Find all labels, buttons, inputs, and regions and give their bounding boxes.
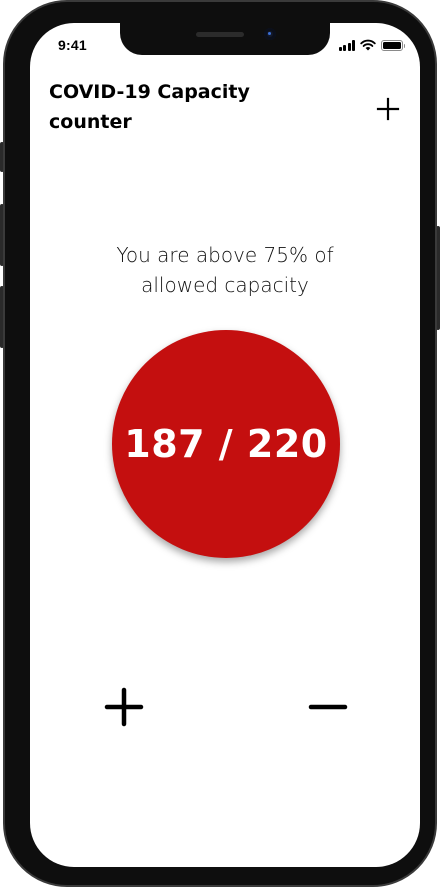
page-title: COVID-19 Capacity counter (49, 81, 250, 133)
earpiece-speaker (196, 32, 244, 37)
battery-icon (381, 40, 405, 51)
minus-icon (308, 704, 348, 710)
status-time: 9:41 (58, 37, 87, 53)
device-stage: 9:41 COVID-19 Capacity counter You are a… (0, 0, 440, 887)
capacity-counter-circle: 187 / 220 (112, 330, 340, 558)
capacity-counter-value: 187 / 220 (124, 422, 328, 466)
phone-frame: 9:41 COVID-19 Capacity counter You are a… (3, 0, 437, 887)
increment-button[interactable] (104, 687, 144, 727)
phone-screen: 9:41 COVID-19 Capacity counter You are a… (30, 23, 420, 867)
notch (120, 23, 330, 55)
wifi-icon (360, 39, 376, 51)
plus-icon (376, 97, 400, 121)
cellular-signal-icon (338, 40, 355, 51)
status-icons (338, 39, 405, 51)
capacity-warning-message: You are above 75% of allowed capacity (116, 243, 334, 297)
decrement-button[interactable] (308, 687, 348, 727)
add-button[interactable] (376, 97, 400, 121)
camera-icon (264, 28, 276, 40)
plus-icon (104, 687, 144, 727)
